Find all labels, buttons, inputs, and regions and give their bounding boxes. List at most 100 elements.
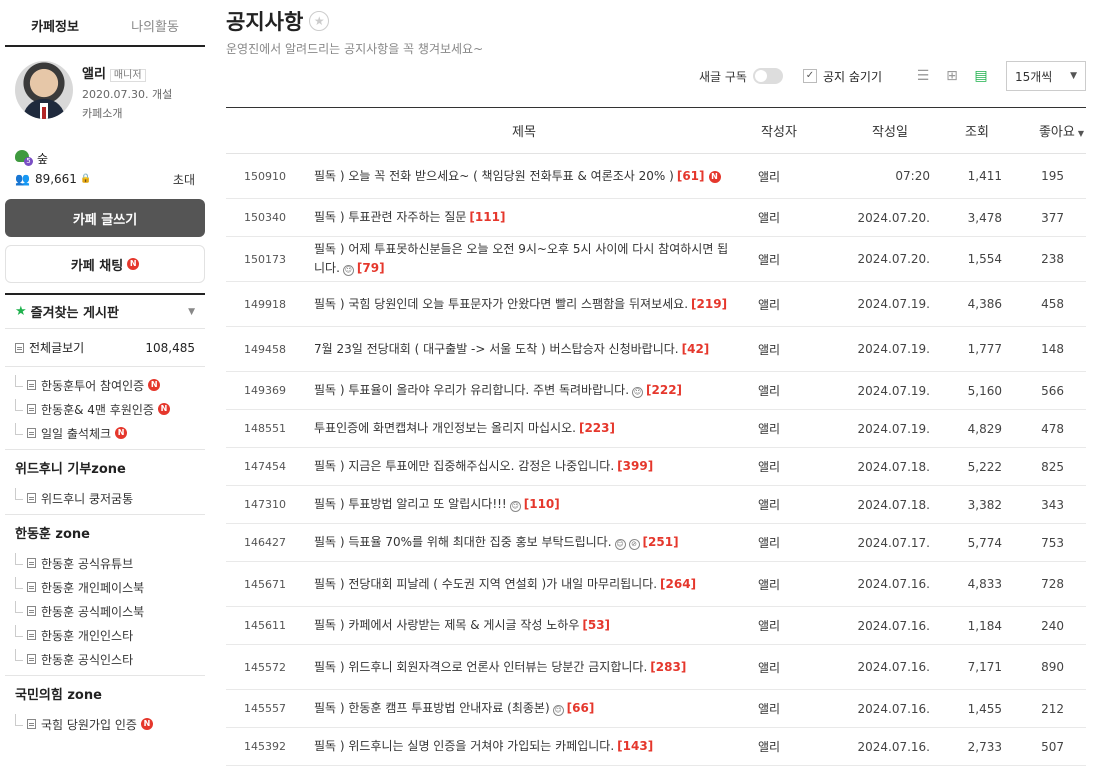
board-item[interactable]: 위드후니 쿵저굼통 xyxy=(5,486,205,510)
post-author[interactable]: 앨리 xyxy=(744,534,814,551)
grid-view-icon[interactable]: ⊞ xyxy=(943,67,961,85)
comment-count[interactable]: [222] xyxy=(646,383,682,397)
table-row[interactable]: 145557 필독 ) 한동훈 캠프 투표방법 안내자료 (최종본) ☺ [66] 앨리… xyxy=(226,690,1086,728)
post-title: 필독 ) 오늘 꼭 전화 받으세요~ ( 책임당원 전화투표 & 여론조사 20… xyxy=(304,167,744,186)
comment-count[interactable]: [219] xyxy=(691,297,727,311)
avatar[interactable] xyxy=(15,61,73,119)
post-title-link[interactable]: 필독 ) 위드후니는 실명 인증을 거쳐야 가입되는 카페입니다. xyxy=(314,739,614,753)
board-item[interactable]: 한동훈 공식인스타 xyxy=(5,647,205,671)
cafe-intro-link[interactable]: 카페소개 xyxy=(82,105,172,121)
post-author[interactable]: 앨리 xyxy=(744,700,814,717)
member-count[interactable]: 89,661 xyxy=(35,172,77,186)
board-item[interactable]: 일일 출석체크 N xyxy=(5,421,205,445)
board-item[interactable]: 한동훈 개인인스타 xyxy=(5,623,205,647)
table-row[interactable]: 145611 필독 ) 카페에서 사랑받는 제목 & 게시글 작성 노하우 [53]… xyxy=(226,607,1086,645)
post-title-link[interactable]: 필독 ) 한동훈 캠프 투표방법 안내자료 (최종본) xyxy=(314,701,550,715)
post-author[interactable]: 앨리 xyxy=(744,617,814,634)
per-page-select[interactable]: 15개씩 ▼ xyxy=(1006,61,1086,91)
board-item[interactable]: 국힘 당원가입 인증 N xyxy=(5,712,205,736)
post-author[interactable]: 앨리 xyxy=(744,251,814,268)
post-author[interactable]: 앨리 xyxy=(744,168,814,185)
post-author[interactable]: 앨리 xyxy=(744,382,814,399)
comment-count[interactable]: [251] xyxy=(643,535,679,549)
table-row[interactable]: 149369 필독 ) 투표율이 올라야 우리가 유리합니다. 주변 독려바랍니다… xyxy=(226,372,1086,410)
comment-count[interactable]: [66] xyxy=(567,701,595,715)
comment-count[interactable]: [110] xyxy=(524,497,560,511)
post-author[interactable]: 앨리 xyxy=(744,458,814,475)
table-row[interactable]: 150340 필독 ) 투표관련 자주하는 질문 [111] 앨리 2024.07.20… xyxy=(226,199,1086,237)
table-row[interactable]: 149918 필독 ) 국힘 당원인데 오늘 투표문자가 안왔다면 빨리 스팸함을… xyxy=(226,282,1086,327)
post-title-link[interactable]: 7월 23일 전당대회 ( 대구출발 -> 서울 도착 ) 버스탑승자 신청바랍… xyxy=(314,342,679,356)
table-row[interactable]: 145572 필독 ) 위드후니 회원자격으로 언론사 인터뷰는 당분간 금지합니… xyxy=(226,645,1086,690)
comment-count[interactable]: [283] xyxy=(650,660,686,674)
board-item[interactable]: 한동훈& 4맨 후원인증 N xyxy=(5,397,205,421)
board-item[interactable]: 한동훈 개인페이스북 xyxy=(5,575,205,599)
post-author[interactable]: 앨리 xyxy=(744,659,814,676)
post-title-link[interactable]: 투표인증에 화면캡쳐나 개인정보는 올리지 마십시오. xyxy=(314,421,576,435)
comment-count[interactable]: [111] xyxy=(469,210,505,224)
post-title-link[interactable]: 필독 ) 위드후니 회원자격으로 언론사 인터뷰는 당분간 금지합니다. xyxy=(314,660,647,674)
card-view-icon[interactable]: ▤ xyxy=(972,67,990,85)
all-posts-count: 108,485 xyxy=(145,340,195,355)
table-row[interactable]: 150173 필독 ) 어제 투표못하신분들은 오늘 오전 9시~오후 5시 사이… xyxy=(226,237,1086,282)
post-title-link[interactable]: 필독 ) 전당대회 피날레 ( 수도권 지역 연설회 )가 내일 마무리됩니다. xyxy=(314,577,657,591)
table-row[interactable]: 145392 필독 ) 위드후니는 실명 인증을 거쳐야 가입되는 카페입니다.[… xyxy=(226,728,1086,766)
write-post-button[interactable]: 카페 글쓰기 xyxy=(5,199,205,237)
post-author[interactable]: 앨리 xyxy=(744,576,814,593)
post-title-link[interactable]: 필독 ) 투표방법 알리고 또 알립시다!!! xyxy=(314,497,507,511)
subscribe-toggle-group[interactable]: 새글 구독 xyxy=(699,68,783,85)
list-view-icon[interactable]: ☰ xyxy=(914,67,932,85)
subscribe-toggle[interactable] xyxy=(752,68,783,84)
post-views: 1,554 xyxy=(967,252,1002,266)
tab-cafe-info[interactable]: 카페정보 xyxy=(5,5,105,45)
board-item[interactable]: 한동훈투어 참여인증 N xyxy=(5,373,205,397)
comment-count[interactable]: [79] xyxy=(357,261,385,275)
post-author[interactable]: 앨리 xyxy=(744,496,814,513)
manager-name[interactable]: 앨리 매니저 xyxy=(82,63,172,82)
favorite-star-icon[interactable]: ★ xyxy=(309,11,330,31)
header-likes[interactable]: 좋아요 ▼ xyxy=(1002,121,1086,140)
post-title-link[interactable]: 필독 ) 투표관련 자주하는 질문 xyxy=(314,210,466,224)
post-title-link[interactable]: 필독 ) 지금은 투표에만 집중해주십시오. 감정은 나중입니다. xyxy=(314,459,614,473)
comment-count[interactable]: [143] xyxy=(617,739,653,753)
comment-count[interactable]: [223] xyxy=(579,421,615,435)
table-row[interactable]: 146427 필독 ) 득표율 70%를 위해 최대한 집중 홍보 부탁드립니다.… xyxy=(226,524,1086,562)
all-posts-item[interactable]: 전체글보기 108,485 xyxy=(5,329,205,367)
comment-count[interactable]: [399] xyxy=(617,459,653,473)
invite-link[interactable]: 초대 xyxy=(173,171,195,188)
tab-my-activity[interactable]: 나의활동 xyxy=(105,5,205,45)
cafe-chat-button[interactable]: 카페 채팅 N xyxy=(5,245,205,283)
post-author[interactable]: 앨리 xyxy=(744,738,814,755)
post-title-link[interactable]: 필독 ) 카페에서 사랑받는 제목 & 게시글 작성 노하우 xyxy=(314,618,579,632)
post-date: 2024.07.16. xyxy=(857,739,930,754)
post-title-link[interactable]: 필독 ) 득표율 70%를 위해 최대한 집중 홍보 부탁드립니다. xyxy=(314,535,612,549)
post-author[interactable]: 앨리 xyxy=(744,341,814,358)
post-title-link[interactable]: 필독 ) 투표율이 올라야 우리가 유리합니다. 주변 독려바랍니다. xyxy=(314,383,629,397)
post-likes: 343 xyxy=(1041,497,1064,512)
comment-count[interactable]: [42] xyxy=(682,342,710,356)
post-author[interactable]: 앨리 xyxy=(744,420,814,437)
table-row[interactable]: 150910 필독 ) 오늘 꼭 전화 받으세요~ ( 책임당원 전화투표 & 여… xyxy=(226,154,1086,199)
table-header: 제목 작성자 작성일 조회 좋아요 ▼ xyxy=(226,108,1086,154)
favorite-boards-header[interactable]: ★ 즐겨찾는 게시판 ▼ xyxy=(5,293,205,329)
table-row[interactable]: 149458 7월 23일 전당대회 ( 대구출발 -> 서울 도착 ) 버스탑승… xyxy=(226,327,1086,372)
post-title-link[interactable]: 필독 ) 오늘 꼭 전화 받으세요~ ( 책임당원 전화투표 & 여론조사 20… xyxy=(314,169,674,183)
comment-count[interactable]: [61] xyxy=(677,169,705,183)
comment-count[interactable]: [53] xyxy=(582,618,610,632)
emoticon-icon: ☺ xyxy=(342,265,354,276)
board-item[interactable]: 한동훈 공식페이스북 xyxy=(5,599,205,623)
board-item[interactable]: 한동훈 공식유튜브 xyxy=(5,551,205,575)
table-row[interactable]: 147454 필독 ) 지금은 투표에만 집중해주십시오. 감정은 나중입니다.[… xyxy=(226,448,1086,486)
hide-notice-checkbox[interactable]: ✓ xyxy=(802,69,817,83)
table-row[interactable]: 147310 필독 ) 투표방법 알리고 또 알립시다!!! ☺ [110] 앨리 202… xyxy=(226,486,1086,524)
chevron-down-icon[interactable]: ▼ xyxy=(188,307,195,317)
post-title-link[interactable]: 필독 ) 국힘 당원인데 오늘 투표문자가 안왔다면 빨리 스팸함을 뒤져보세요… xyxy=(314,297,688,311)
post-author[interactable]: 앨리 xyxy=(744,296,814,313)
main-content: 공지사항 ★ 운영진에서 알려드리는 공지사항을 꼭 챙겨보세요~ 새글 구독 … xyxy=(226,0,1086,772)
table-body: 150910 필독 ) 오늘 꼭 전화 받으세요~ ( 책임당원 전화투표 & 여… xyxy=(226,154,1086,766)
comment-count[interactable]: [264] xyxy=(660,577,696,591)
post-author[interactable]: 앨리 xyxy=(744,209,814,226)
hide-notice-option[interactable]: ✓ 공지 숨기기 xyxy=(802,68,882,85)
table-row[interactable]: 148551 투표인증에 화면캡쳐나 개인정보는 올리지 마십시오. [223] 앨리… xyxy=(226,410,1086,448)
table-row[interactable]: 145671 필독 ) 전당대회 피날레 ( 수도권 지역 연설회 )가 내일 마… xyxy=(226,562,1086,607)
